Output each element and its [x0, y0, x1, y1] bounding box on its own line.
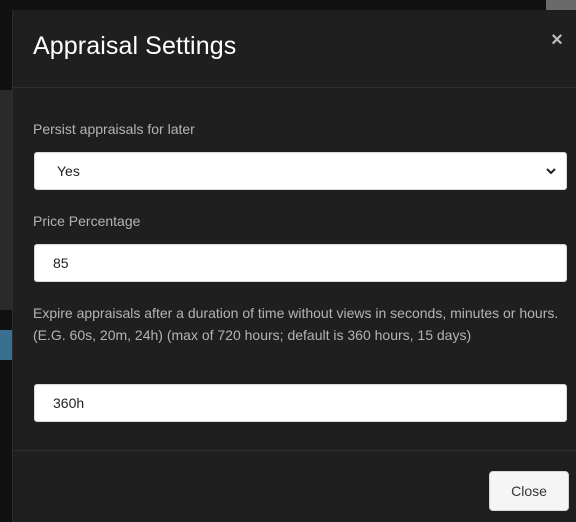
close-button[interactable]: Close — [489, 471, 569, 511]
persist-appraisals-label: Persist appraisals for later — [33, 121, 195, 137]
background-accent-edge — [0, 330, 12, 360]
persist-appraisals-select[interactable]: Yes — [34, 152, 567, 190]
dialog-header: Appraisal Settings × — [13, 10, 576, 88]
dialog-footer: Close — [13, 450, 576, 522]
dialog-title: Appraisal Settings — [33, 32, 237, 60]
price-percentage-input[interactable]: 85 — [34, 244, 567, 282]
appraisal-settings-dialog: Appraisal Settings × Persist appraisals … — [12, 10, 576, 522]
expire-duration-input[interactable]: 360h — [34, 384, 567, 422]
expire-appraisals-label: Expire appraisals after a duration of ti… — [33, 305, 559, 343]
price-percentage-label: Price Percentage — [33, 213, 141, 229]
persist-appraisals-selected-value: Yes — [57, 163, 80, 179]
close-icon[interactable]: × — [547, 30, 567, 50]
chevron-down-icon — [546, 168, 556, 175]
background-window-edge — [546, 0, 576, 10]
